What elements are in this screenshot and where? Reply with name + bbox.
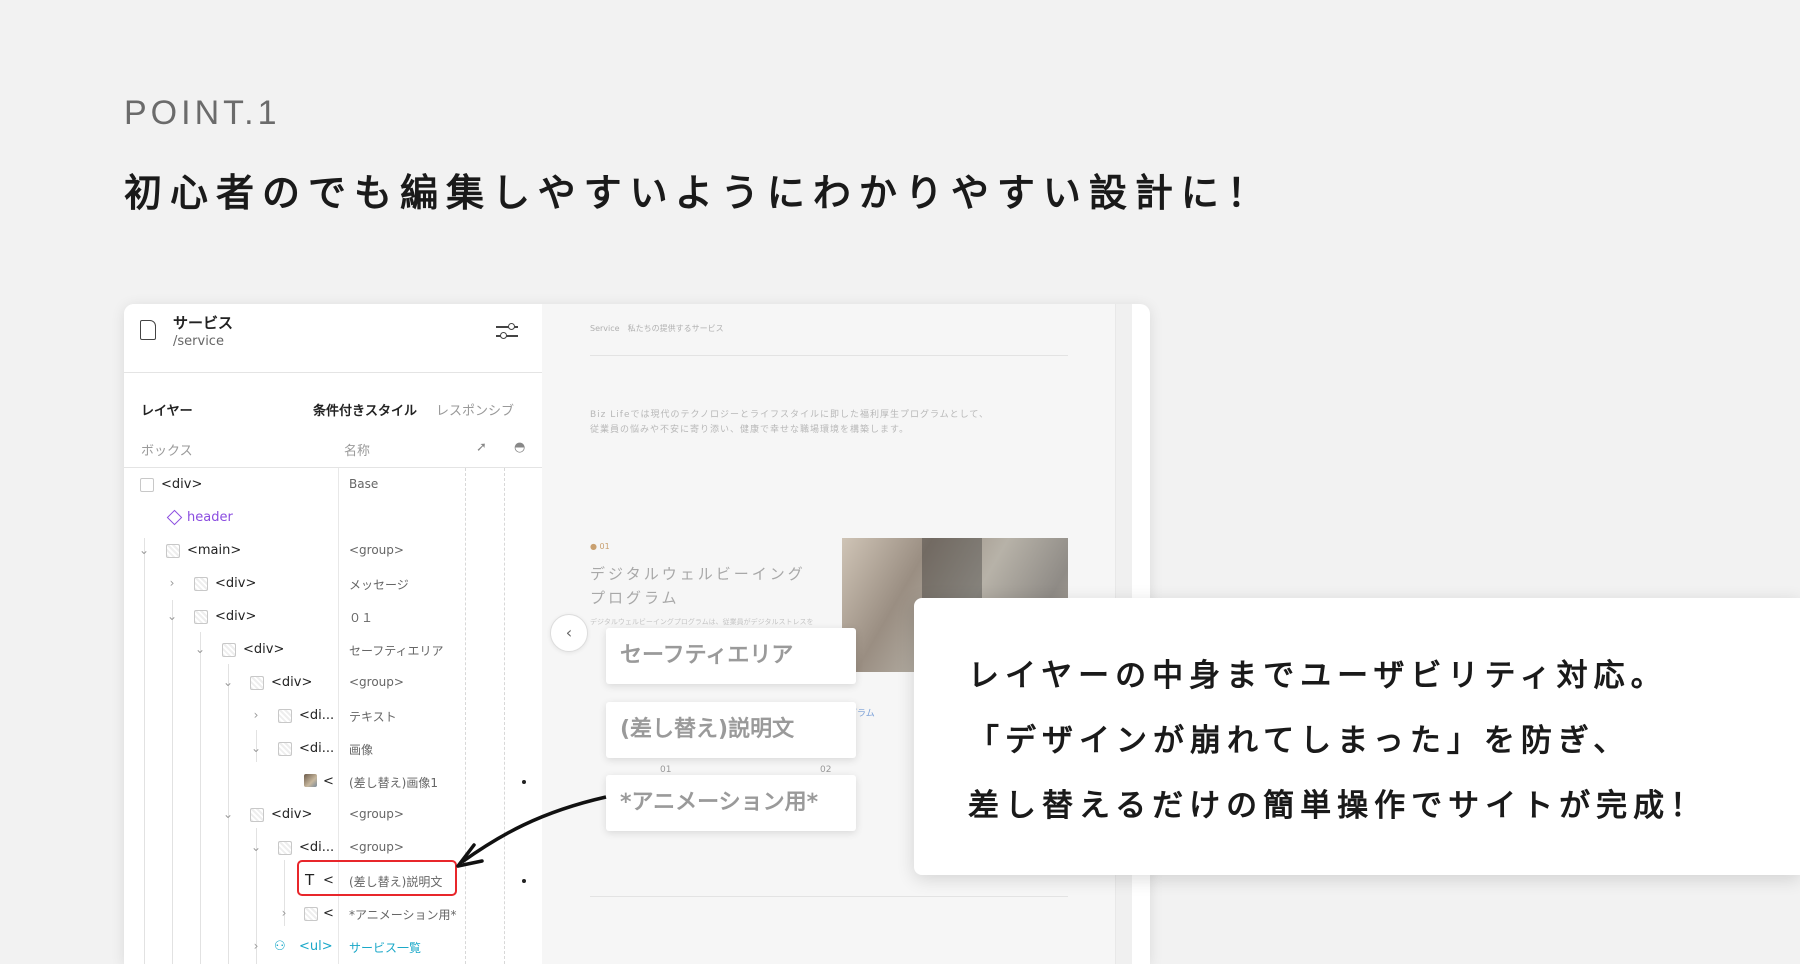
explanation-card: レイヤーの中身までユーザビリティ対応。 「デザインが崩れてしまった」を防ぎ、 差…	[914, 598, 1800, 875]
card-line-2: 「デザインが崩れてしまった」を防ぎ、	[968, 723, 1631, 759]
card-line-3: 差し替えるだけの簡単操作でサイトが完成！	[968, 788, 1708, 824]
card-line-1: レイヤーの中身までユーザビリティ対応。	[968, 658, 1668, 694]
